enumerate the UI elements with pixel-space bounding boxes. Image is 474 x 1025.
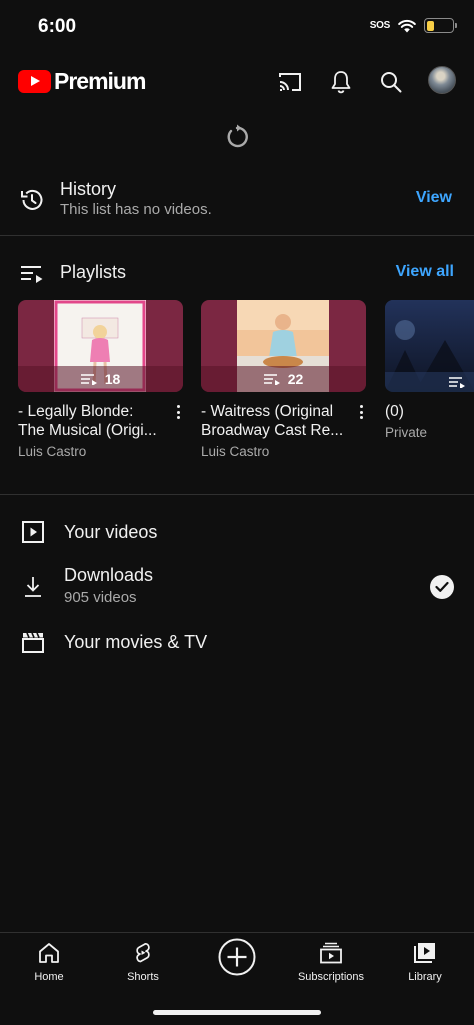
- nav-shorts-label: Shorts: [127, 971, 159, 983]
- playlist-more-options-icon[interactable]: [173, 404, 183, 420]
- history-subtitle: This list has no videos.: [60, 201, 212, 218]
- playlist-video-count: 22: [287, 371, 304, 387]
- your-videos-label: Your videos: [64, 522, 158, 542]
- logo-text: Premium: [54, 68, 146, 94]
- downloads-label: Downloads: [64, 565, 154, 585]
- status-indicators: SOS: [369, 18, 457, 33]
- downloaded-check-icon: [430, 575, 454, 599]
- playlist-title-line1: - Legally Blonde:: [18, 403, 134, 420]
- playlist-title-line2: The Musical (Origi...: [18, 422, 157, 439]
- playlist-more-options-icon[interactable]: [356, 404, 366, 420]
- subscriptions-icon: [320, 942, 342, 964]
- playlist-card[interactable]: 18 - Legally Blonde: The Musical (Origi.…: [18, 300, 183, 459]
- playlist-small-icon: [449, 377, 465, 388]
- playlist-title-line2: Broadway Cast Re...: [201, 422, 344, 439]
- home-indicator[interactable]: [153, 1010, 321, 1015]
- loading-spinner-icon: [227, 124, 248, 148]
- playlist-count-overlay: 18: [18, 366, 183, 392]
- your-videos-icon: [19, 518, 47, 546]
- nav-library-label: Library: [408, 971, 442, 983]
- youtube-logo-icon: [18, 70, 51, 93]
- playlist-icon: [18, 259, 46, 287]
- playlist-small-icon: [263, 374, 280, 385]
- playlist-count-overlay: 22: [201, 366, 366, 392]
- wifi-icon: [398, 19, 416, 32]
- history-title: History: [60, 179, 117, 199]
- notifications-bell-icon[interactable]: [327, 68, 355, 96]
- history-row[interactable]: History This list has no videos. View: [0, 176, 474, 228]
- nav-home[interactable]: Home: [4, 941, 94, 983]
- playlists-title: Playlists: [60, 262, 127, 282]
- playlist-owner: Luis Castro: [201, 444, 270, 459]
- downloads-row[interactable]: Downloads 905 videos: [0, 560, 474, 612]
- home-icon: [39, 943, 59, 963]
- nav-shorts[interactable]: Shorts: [98, 941, 188, 983]
- nav-subscriptions[interactable]: Subscriptions: [286, 941, 376, 983]
- playlist-privacy: Private: [385, 425, 428, 440]
- playlist-card[interactable]: (0) Private: [385, 300, 474, 440]
- playlist-small-icon: [80, 374, 97, 385]
- divider: [0, 494, 474, 495]
- movies-tv-row[interactable]: Your movies & TV: [0, 624, 474, 660]
- playlist-thumbnail[interactable]: [385, 300, 474, 392]
- playlists-header: Playlists View all: [0, 258, 474, 288]
- playlist-title-line1: - Waitress (Original: [201, 403, 334, 420]
- movies-tv-label: Your movies & TV: [64, 632, 208, 652]
- playlist-card[interactable]: 22 - Waitress (Original Broadway Cast Re…: [201, 300, 366, 459]
- history-icon: [18, 186, 46, 214]
- history-view-button[interactable]: View: [416, 189, 452, 207]
- playlist-thumbnail[interactable]: 22: [201, 300, 366, 392]
- shorts-icon: [136, 942, 150, 963]
- playlist-owner: Luis Castro: [18, 444, 87, 459]
- playlists-carousel[interactable]: 18 - Legally Blonde: The Musical (Origi.…: [18, 300, 474, 470]
- download-icon: [19, 573, 47, 601]
- library-icon: [414, 943, 435, 963]
- downloads-count: 905 videos: [64, 589, 137, 606]
- app-bar: Premium: [0, 56, 474, 108]
- battery-icon: [424, 18, 457, 33]
- playlists-view-all-button[interactable]: View all: [396, 263, 454, 281]
- playlist-count-overlay: [385, 372, 474, 392]
- nav-subscriptions-label: Subscriptions: [297, 971, 365, 983]
- sos-indicator: SOS: [369, 20, 391, 31]
- youtube-premium-logo[interactable]: Premium: [18, 68, 146, 95]
- nav-create-button[interactable]: [192, 937, 282, 983]
- movies-clapperboard-icon: [19, 628, 47, 656]
- account-avatar[interactable]: [428, 66, 456, 94]
- cast-icon[interactable]: [276, 68, 304, 96]
- playlist-video-count: 18: [104, 371, 121, 387]
- status-bar: 6:00 SOS: [0, 0, 474, 56]
- divider: [0, 235, 474, 236]
- create-plus-icon: [218, 938, 256, 976]
- playlist-thumbnail[interactable]: 18: [18, 300, 183, 392]
- your-videos-row[interactable]: Your videos: [0, 514, 474, 550]
- search-icon[interactable]: [377, 68, 405, 96]
- status-time: 6:00: [38, 16, 77, 37]
- playlist-title-line1: (0): [385, 403, 404, 420]
- nav-home-label: Home: [34, 971, 64, 983]
- nav-library[interactable]: Library: [380, 941, 470, 983]
